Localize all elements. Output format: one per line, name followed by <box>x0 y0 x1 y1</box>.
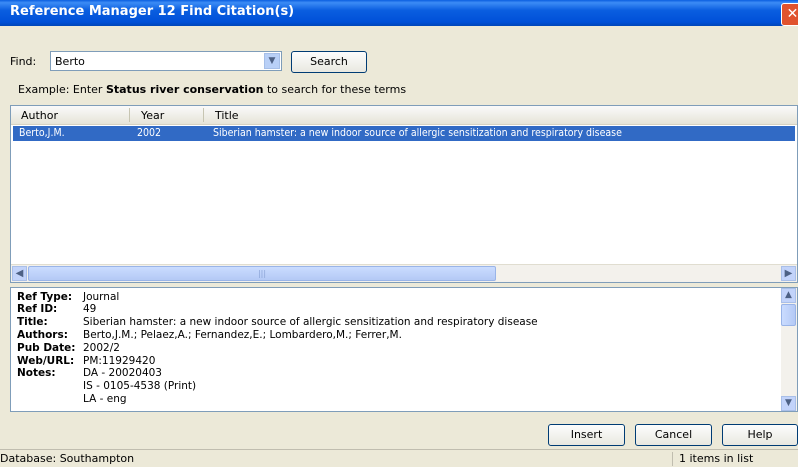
scrollbar-thumb[interactable] <box>781 304 796 326</box>
detail-ref-type: Ref Type: Journal <box>17 291 120 303</box>
results-list[interactable]: Author Year Title Berto,J.M. 2002 Siberi… <box>10 105 798 283</box>
status-bar: Database: Southampton 1 items in list <box>0 449 798 467</box>
detail-notes-line: LA - eng <box>83 393 127 405</box>
column-header-year[interactable]: Year <box>141 109 164 122</box>
horizontal-scrollbar[interactable]: ◀ ||| ▶ <box>11 264 797 282</box>
table-row[interactable]: Berto,J.M. 2002 Siberian hamster: a new … <box>13 126 795 141</box>
detail-notes-line: IS - 0105-4538 (Print) <box>83 380 197 392</box>
detail-web-url: Web/URL: PM:11929420 <box>17 355 156 367</box>
column-header-author[interactable]: Author <box>21 109 58 122</box>
example-hint: Example: Enter Status river conservation… <box>18 83 407 96</box>
find-input[interactable]: Berto <box>55 55 85 68</box>
detail-pub-date: Pub Date: 2002/2 <box>17 342 120 354</box>
vertical-scrollbar[interactable]: ▲ ▼ <box>781 288 797 411</box>
cancel-button[interactable]: Cancel <box>635 424 712 446</box>
scroll-left-icon[interactable]: ◀ <box>12 266 27 281</box>
detail-title: Title: Siberian hamster: a new indoor sou… <box>17 316 538 328</box>
find-citation-dialog: Reference Manager 12 Find Citation(s) ✕ … <box>0 0 798 466</box>
status-database: Database: Southampton <box>0 452 135 465</box>
detail-ref-id: Ref ID: 49 <box>17 303 97 315</box>
list-header: Author Year Title <box>11 106 797 125</box>
detail-authors: Authors: Berto,J.M.; Pelaez,A.; Fernandez… <box>17 329 402 341</box>
close-icon[interactable]: ✕ <box>781 3 798 26</box>
scrollbar-thumb[interactable]: ||| <box>28 266 496 281</box>
column-divider[interactable] <box>129 108 130 122</box>
row-title: Siberian hamster: a new indoor source of… <box>213 127 622 139</box>
reference-detail-pane: Ref Type: Journal Ref ID: 49 Title: Siberia… <box>10 287 798 412</box>
scroll-right-icon[interactable]: ▶ <box>781 266 796 281</box>
scroll-down-icon[interactable]: ▼ <box>781 396 796 411</box>
find-label: Find: <box>10 55 37 68</box>
column-header-title[interactable]: Title <box>215 109 239 122</box>
example-terms: Status river conservation <box>105 83 264 96</box>
column-divider[interactable] <box>203 108 204 122</box>
scroll-up-icon[interactable]: ▲ <box>781 288 796 303</box>
status-item-count: 1 items in list <box>672 452 798 466</box>
insert-button[interactable]: Insert <box>548 424 625 446</box>
window-title: Reference Manager 12 Find Citation(s) <box>10 4 295 19</box>
chevron-down-icon[interactable]: ▼ <box>264 53 280 69</box>
row-year: 2002 <box>137 127 162 139</box>
title-bar[interactable]: Reference Manager 12 Find Citation(s) ✕ <box>0 0 798 26</box>
find-combobox[interactable]: Berto ▼ <box>50 51 282 71</box>
help-button[interactable]: Help <box>722 424 798 446</box>
search-button[interactable]: Search <box>291 51 367 73</box>
row-author: Berto,J.M. <box>19 127 65 139</box>
detail-notes: Notes: DA - 20020403 <box>17 367 162 379</box>
